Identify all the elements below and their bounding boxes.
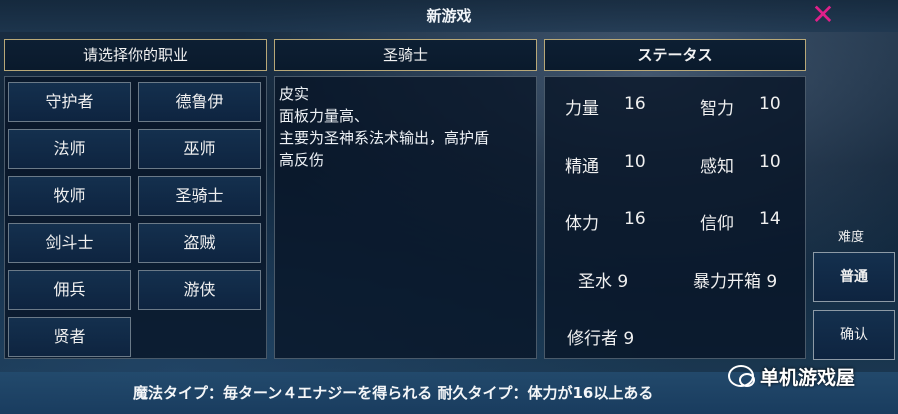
stat-stamina-value: 16 [624,209,646,229]
class-trait-text: 魔法タイプ：毎ターン４エナジーを得られる 耐久タイプ：体力が16以上ある [133,384,654,402]
description-line: 面板力量高、 [279,107,370,125]
class-button-wizard[interactable]: 巫师 [138,129,261,169]
wechat-icon [728,365,755,387]
stat-perception-value: 10 [759,152,781,172]
stat-stamina-label: 体力 [565,214,599,234]
class-button-mage[interactable]: 法师 [8,129,131,169]
class-button-rogue[interactable]: 盗贼 [138,223,261,263]
stat-strength-label: 力量 [565,99,599,119]
difficulty-label: 难度 [838,230,865,245]
close-icon[interactable]: ✕ [808,1,838,31]
detail-panel-header: 圣骑士 [274,39,537,71]
stat-holy-water: 圣水 9 [578,272,629,292]
stat-practitioner: 修行者 9 [567,329,635,349]
class-button-ranger[interactable]: 游侠 [138,270,261,310]
status-panel-header: ステータス [544,39,806,71]
detail-panel: 皮实 面板力量高、 主要为圣神系法术输出，高护盾 高反伤 [274,76,537,359]
stat-mastery-label: 精通 [565,157,599,177]
class-button-gladiator[interactable]: 剑斗士 [8,223,131,263]
class-panel-header: 请选择你的职业 [4,39,267,71]
description-line: 皮实 [279,85,310,103]
class-button-paladin[interactable]: 圣骑士 [138,176,261,216]
stat-brute-open: 暴力开箱 9 [693,272,778,292]
class-button-sage[interactable]: 贤者 [8,317,131,357]
watermark-text: 单机游戏屋 [760,366,856,389]
description-line: 高反伤 [279,151,325,169]
class-button-guardian[interactable]: 守护者 [8,82,131,122]
stat-strength-value: 16 [624,94,646,114]
confirm-button[interactable]: 确认 [813,310,895,360]
description-line: 主要为圣神系法术输出，高护盾 [279,129,490,147]
watermark: 单机游戏屋 [728,360,898,392]
class-button-druid[interactable]: 德鲁伊 [138,82,261,122]
class-button-mercenary[interactable]: 佣兵 [8,270,131,310]
difficulty-normal-button[interactable]: 普通 [813,252,895,302]
stat-mastery-value: 10 [624,152,646,172]
window-title: 新游戏 [426,7,472,25]
stat-faith-label: 信仰 [700,214,734,234]
stat-intelligence-value: 10 [759,94,781,114]
stat-perception-label: 感知 [700,157,734,177]
stat-faith-value: 14 [759,209,781,229]
class-button-priest[interactable]: 牧师 [8,176,131,216]
stat-intelligence-label: 智力 [700,99,734,119]
